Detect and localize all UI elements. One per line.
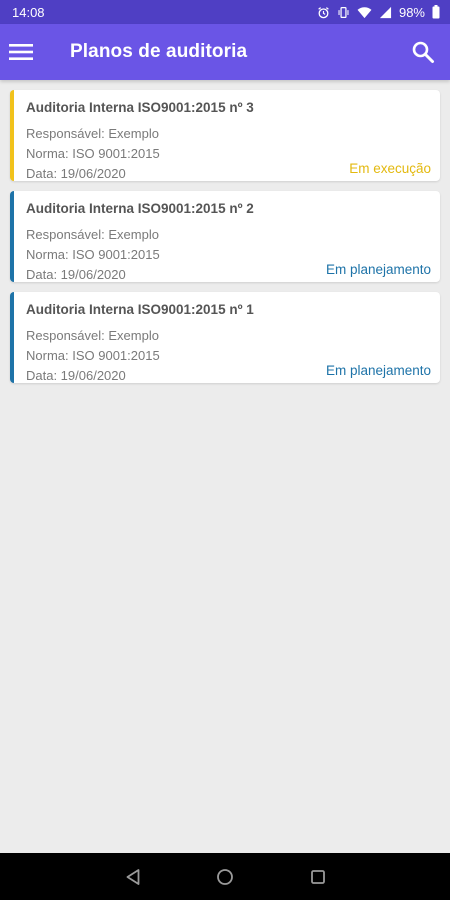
status-badge: Em planejamento [325, 262, 431, 277]
audit-responsible: Responsável: Exemplo [26, 328, 159, 343]
status-badge: Em execução [349, 161, 431, 176]
navigation-bar [0, 853, 450, 900]
audit-card[interactable]: Auditoria Interna ISO9001:2015 nº 3 Resp… [10, 90, 440, 181]
hamburger-menu-icon[interactable] [0, 31, 42, 73]
page-title: Planos de auditoria [70, 41, 248, 62]
wifi-icon [357, 6, 372, 19]
audit-responsible: Responsável: Exemplo [26, 126, 159, 141]
audit-list: Auditoria Interna ISO9001:2015 nº 3 Resp… [10, 90, 440, 393]
search-icon[interactable] [402, 31, 444, 73]
audit-card[interactable]: Auditoria Interna ISO9001:2015 nº 2 Resp… [10, 191, 440, 282]
status-badge: Em planejamento [325, 363, 431, 378]
alarm-icon [317, 6, 330, 19]
audit-title: Auditoria Interna ISO9001:2015 nº 2 [26, 201, 254, 216]
audit-responsible: Responsável: Exemplo [26, 227, 159, 242]
battery-icon [432, 5, 440, 19]
home-icon[interactable] [213, 865, 237, 889]
audit-title: Auditoria Interna ISO9001:2015 nº 3 [26, 100, 254, 115]
vibrate-icon [337, 6, 350, 19]
battery-percentage: 98% [398, 4, 425, 20]
audit-card[interactable]: Auditoria Interna ISO9001:2015 nº 1 Resp… [10, 292, 440, 383]
app-bar: Planos de auditoria [0, 24, 450, 80]
screen: 14:08 98% Planos de auditoria Auditoria … [0, 0, 450, 900]
status-bar: 14:08 98% [0, 0, 450, 24]
audit-title: Auditoria Interna ISO9001:2015 nº 1 [26, 302, 254, 317]
back-icon[interactable] [121, 865, 145, 889]
signal-icon [379, 6, 392, 19]
recents-icon[interactable] [306, 865, 330, 889]
status-icons: 98% [317, 5, 440, 20]
status-time: 14:08 [12, 4, 45, 20]
